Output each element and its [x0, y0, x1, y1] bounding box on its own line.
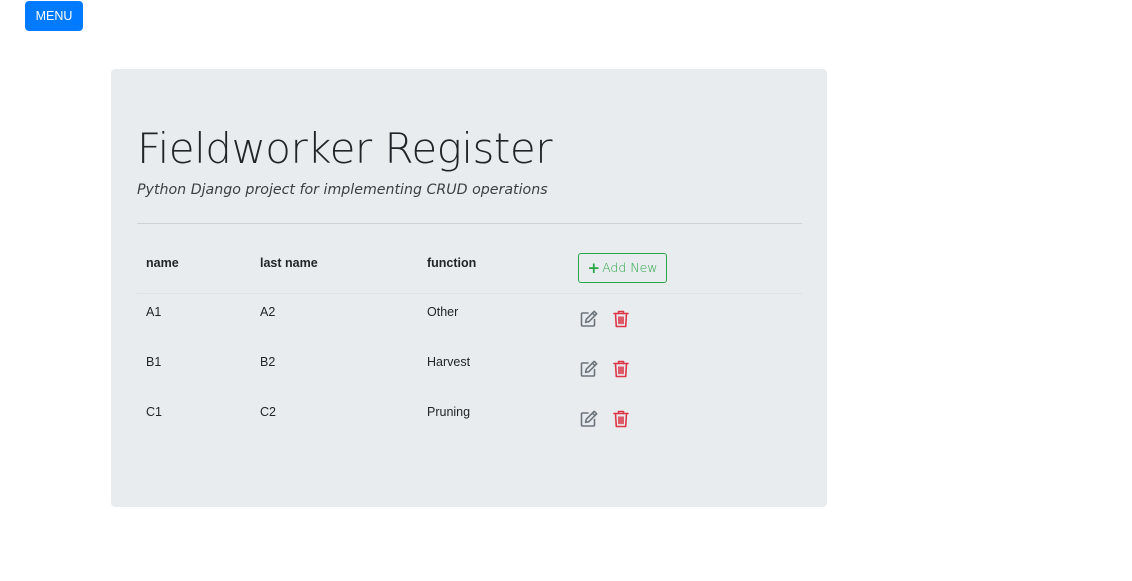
edit-icon[interactable] [578, 358, 600, 380]
header-last-name: last name [260, 256, 318, 270]
cell-last-name: B2 [260, 355, 276, 369]
table-row: C1 C2 Pruning [137, 394, 802, 444]
table-row: A1 A2 Other [137, 294, 802, 344]
divider [137, 223, 802, 224]
page-subtitle: Python Django project for implementing C… [137, 182, 548, 198]
row-actions [578, 358, 632, 380]
cell-last-name: A2 [260, 305, 276, 319]
edit-icon[interactable] [578, 408, 600, 430]
cell-function: Other [427, 305, 459, 319]
row-actions [578, 408, 632, 430]
trash-icon[interactable] [610, 308, 632, 330]
page-title: Fieldworker Register [137, 124, 553, 173]
header-function: function [427, 256, 477, 270]
fieldworker-table: name last name function + Add New A1 A2 O… [137, 246, 802, 444]
cell-last-name: C2 [260, 405, 276, 419]
row-actions [578, 308, 632, 330]
menu-button[interactable]: MENU [25, 1, 83, 31]
add-new-button[interactable]: + Add New [578, 253, 667, 283]
cell-name: A1 [146, 305, 162, 319]
trash-icon[interactable] [610, 408, 632, 430]
header-name: name [146, 256, 179, 270]
plus-icon: + [587, 259, 601, 277]
table-row: B1 B2 Harvest [137, 344, 802, 394]
cell-function: Harvest [427, 355, 471, 369]
trash-icon[interactable] [610, 358, 632, 380]
table-header-row: name last name function + Add New [137, 246, 802, 294]
add-new-label: Add New [602, 260, 658, 275]
cell-name: C1 [146, 405, 162, 419]
jumbotron: Fieldworker Register Python Django proje… [111, 69, 827, 507]
cell-function: Pruning [427, 405, 471, 419]
edit-icon[interactable] [578, 308, 600, 330]
cell-name: B1 [146, 355, 162, 369]
